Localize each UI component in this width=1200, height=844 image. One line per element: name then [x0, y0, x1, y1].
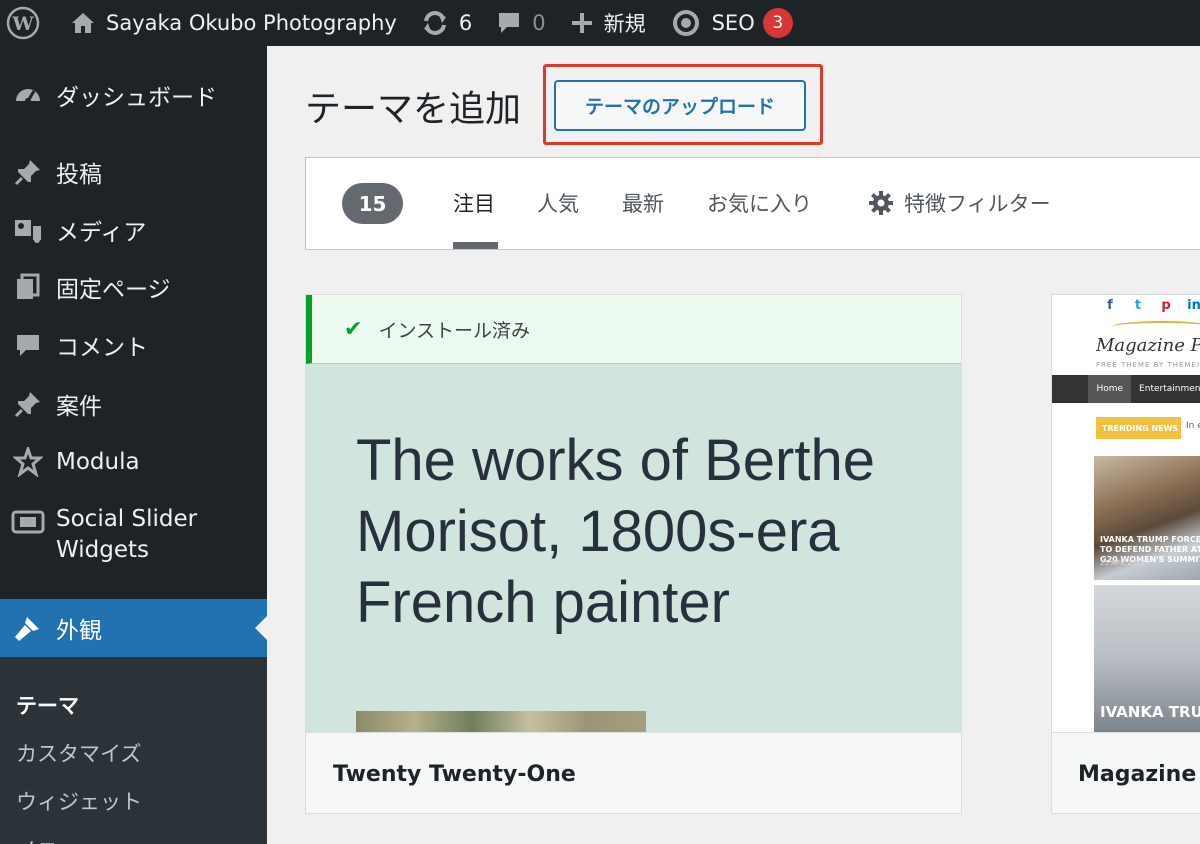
sidebar-item-comments[interactable]: コメント: [0, 326, 267, 364]
theme-screenshot[interactable]: ✔ インストール済み The works of Berthe Morisot, …: [306, 295, 961, 732]
theme-name: Twenty Twenty-One: [306, 732, 961, 813]
submenu-item-widgets[interactable]: ウィジェット: [16, 786, 142, 816]
sidebar-item-label: 固定ページ: [56, 277, 171, 303]
active-indicator: [255, 616, 267, 640]
magazine-logo: Magazine Prime: [1096, 335, 1200, 356]
sidebar-item-label: Social Slider Widgets: [56, 504, 197, 566]
wordpress-logo-icon: W: [6, 6, 40, 40]
theme-card-twenty-twenty-one[interactable]: ✔ インストール済み The works of Berthe Morisot, …: [305, 294, 962, 814]
sidebar-item-media[interactable]: メディア: [0, 211, 267, 249]
comment-icon: [496, 10, 522, 36]
trending-text: In e: [1186, 421, 1200, 431]
updates-icon: [421, 10, 449, 36]
tab-popular[interactable]: 人気: [537, 188, 579, 218]
svg-text:W: W: [11, 13, 34, 35]
pin-icon: [0, 390, 56, 418]
upload-theme-button[interactable]: テーマのアップロード: [554, 80, 806, 131]
theme-preview-heading: The works of Berthe Morisot, 1800s-era F…: [356, 428, 875, 635]
theme-filter-bar: 15 注目 人気 最新 お気に入り 特徴フィルター: [305, 157, 1200, 250]
new-content-link[interactable]: 新規: [558, 0, 658, 46]
sidebar-item-modula[interactable]: Modula: [0, 443, 267, 481]
dashboard-icon: [0, 81, 56, 109]
social-icons: f t p in: [1102, 298, 1200, 313]
submenu-item-themes[interactable]: テーマ: [16, 690, 79, 720]
comments-link[interactable]: 0: [484, 0, 557, 46]
installed-label: インストール済み: [378, 319, 531, 342]
sidebar-item-label: 案件: [56, 394, 102, 420]
sidebar-item-label-line1: Social Slider: [56, 506, 198, 532]
submenu-item-customize[interactable]: カスタマイズ: [16, 738, 141, 768]
sidebar-item-appearance[interactable]: 外観: [0, 599, 267, 657]
theme-count-badge: 15: [342, 183, 403, 224]
tab-featured[interactable]: 注目: [453, 188, 495, 218]
headline-date: 25 APR 2017: [1100, 559, 1146, 567]
nav-home: Home: [1088, 375, 1132, 403]
sidebar-item-pages[interactable]: 固定ページ: [0, 268, 267, 306]
admin-bar: W Sayaka Okubo Photography 6 0 新規 SEO 3: [0, 0, 1200, 46]
sidebar-item-social-slider[interactable]: Social Slider Widgets: [0, 504, 267, 568]
wordpress-menu[interactable]: W: [0, 0, 58, 46]
magazine-nav: Home Entertainment: [1052, 375, 1200, 403]
admin-sidebar: ダッシュボード 投稿 メディア 固定ページ コメント 案件 Modula Soc…: [0, 46, 267, 844]
comments-count: 0: [532, 11, 546, 35]
comment-icon: [0, 331, 56, 359]
sidebar-item-label: ダッシュボード: [56, 85, 217, 111]
new-label: 新規: [603, 12, 646, 36]
sidebar-item-label: コメント: [56, 335, 148, 361]
sidebar-item-dashboard[interactable]: ダッシュボード: [0, 76, 267, 114]
theme-name: Magazine Prime: [1052, 732, 1200, 813]
linkedin-icon: in: [1187, 298, 1200, 313]
modula-icon: [0, 447, 56, 477]
site-name: Sayaka Okubo Photography: [106, 11, 397, 35]
active-tab-indicator: [453, 242, 498, 249]
sidebar-item-label-line2: Widgets: [56, 537, 149, 563]
feature-filter-label: 特徴フィルター: [904, 192, 1051, 216]
media-icon: [0, 216, 56, 244]
feature-filter-button[interactable]: 特徴フィルター: [868, 188, 1051, 218]
sidebar-item-posts[interactable]: 投稿: [0, 153, 267, 191]
updates-link[interactable]: 6: [409, 0, 484, 46]
tab-latest[interactable]: 最新: [622, 188, 664, 218]
appearance-submenu: テーマ カスタマイズ ウィジェット メニュー: [0, 657, 267, 844]
theme-preview-margin: [1052, 375, 1094, 732]
sidebar-item-label: Modula: [56, 449, 140, 475]
submenu-item-menus[interactable]: メニュー: [16, 834, 100, 844]
checkmark-icon: ✔: [344, 316, 363, 342]
theme-card-magazine-prime[interactable]: f t p in Magazine Prime FREE THEME BY TH…: [1051, 294, 1200, 814]
magazine-tagline: FREE THEME BY THEMEINWP: [1096, 361, 1200, 369]
pinterest-icon: p: [1161, 298, 1171, 313]
home-icon: [70, 11, 96, 35]
theme-preview-painting: [356, 711, 646, 732]
seo-menu[interactable]: SEO 3: [658, 0, 805, 46]
seo-notification-badge: 3: [762, 8, 793, 38]
sidebar-item-label: メディア: [56, 220, 147, 246]
logo-ornament: [1112, 321, 1200, 333]
page-icon: [0, 273, 56, 301]
trending-label: TRENDING NEWS: [1096, 417, 1181, 439]
nav-entertainment: Entertainment: [1139, 384, 1200, 394]
seo-label: SEO: [711, 11, 755, 35]
sidebar-item-label: 外観: [56, 618, 102, 644]
slider-icon: [0, 504, 56, 534]
site-name-link[interactable]: Sayaka Okubo Photography: [58, 0, 409, 46]
pin-icon: [0, 158, 56, 186]
installed-notice: ✔ インストール済み: [306, 295, 961, 364]
seo-gear-icon: [670, 7, 702, 39]
tab-favorites[interactable]: お気に入り: [707, 188, 812, 218]
updates-count: 6: [458, 11, 473, 35]
facebook-icon: f: [1107, 298, 1113, 313]
headline-2: IVANKA TRUMP FORCED TO DEFEND FATHER: [1100, 703, 1200, 721]
brush-icon: [0, 613, 56, 643]
gear-icon: [868, 190, 894, 216]
sidebar-item-projects[interactable]: 案件: [0, 385, 267, 423]
page-title: テーマを追加: [305, 89, 522, 130]
twitter-icon: t: [1134, 298, 1142, 313]
plus-icon: [570, 11, 594, 35]
sidebar-item-label: 投稿: [56, 162, 102, 188]
